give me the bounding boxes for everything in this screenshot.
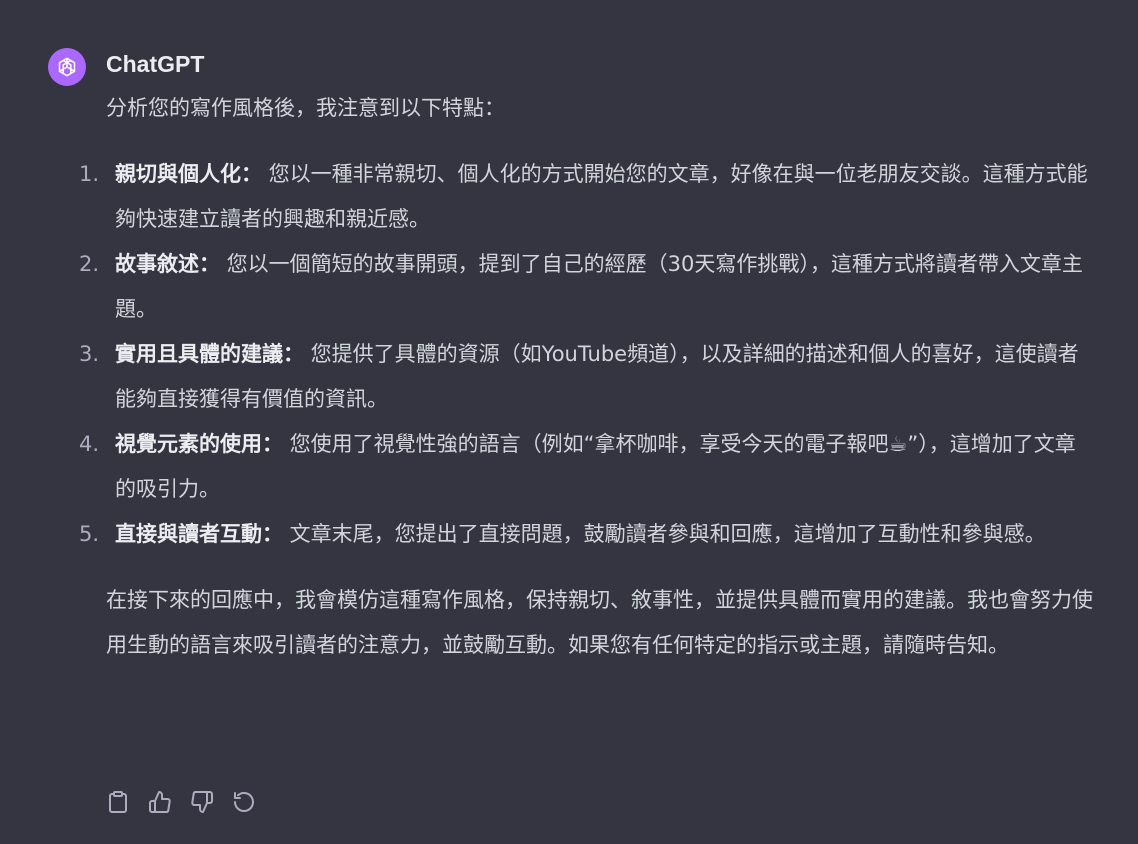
list-number: 4. [79,432,100,456]
copy-button[interactable] [106,788,130,816]
list-item-term: 實用且具體的建議： [115,342,304,366]
thumbs-up-button[interactable] [148,788,172,816]
copy-icon [109,791,127,813]
avatar [48,48,86,86]
list-item-term: 故事敘述： [115,252,220,276]
list-item-text: 文章末尾，您提出了直接問題，鼓勵讀者參與和回應，這增加了互動性和參與感。 [283,522,1046,546]
thumbs-down-button[interactable] [190,788,214,816]
message-intro: 分析您的寫作風格後，我注意到以下特點： [106,96,505,120]
list-number: 3. [79,342,100,366]
list-number: 2. [79,252,100,276]
regenerate-button[interactable] [232,788,256,816]
list-item: 1. 親切與個人化： 您以一種非常親切、個人化的方式開始您的文章，好像在與一位老朋… [79,152,1096,242]
list-item-text: 您以一個簡短的故事開頭，提到了自己的經歷（30天寫作挑戰），這種方式將讀者帶入文… [115,252,1083,321]
author-name: ChatGPT [106,51,205,77]
thumbs-up-icon [149,791,171,813]
list-item: 2. 故事敘述： 您以一個簡短的故事開頭，提到了自己的經歷（30天寫作挑戰），這種… [79,242,1096,332]
thumbs-down-icon [191,791,213,813]
feature-list: 1. 親切與個人化： 您以一種非常親切、個人化的方式開始您的文章，好像在與一位老朋… [79,152,1096,557]
openai-logo-icon [58,57,76,77]
message-actions [106,788,256,816]
message-conclusion: 在接下來的回應中，我會模仿這種寫作風格，保持親切、敘事性，並提供具體而實用的建議… [106,588,1093,657]
list-item-term: 視覺元素的使用： [115,432,283,456]
list-item: 3. 實用且具體的建議： 您提供了具體的資源（如YouTube頻道），以及詳細的描… [79,332,1096,422]
list-item-term: 親切與個人化： [115,162,262,186]
list-item: 5. 直接與讀者互動： 文章末尾，您提出了直接問題，鼓勵讀者參與和回應，這增加了互… [79,512,1096,557]
regenerate-icon [234,792,254,812]
list-item-term: 直接與讀者互動： [115,522,283,546]
list-number: 1. [79,162,100,186]
list-number: 5. [79,522,100,546]
list-item: 4. 視覺元素的使用： 您使用了視覺性強的語言（例如“拿杯咖啡，享受今天的電子報吧… [79,422,1096,512]
assistant-message: 分析您的寫作風格後，我注意到以下特點： 1. 親切與個人化： 您以一種非常親切、個… [79,86,1096,668]
